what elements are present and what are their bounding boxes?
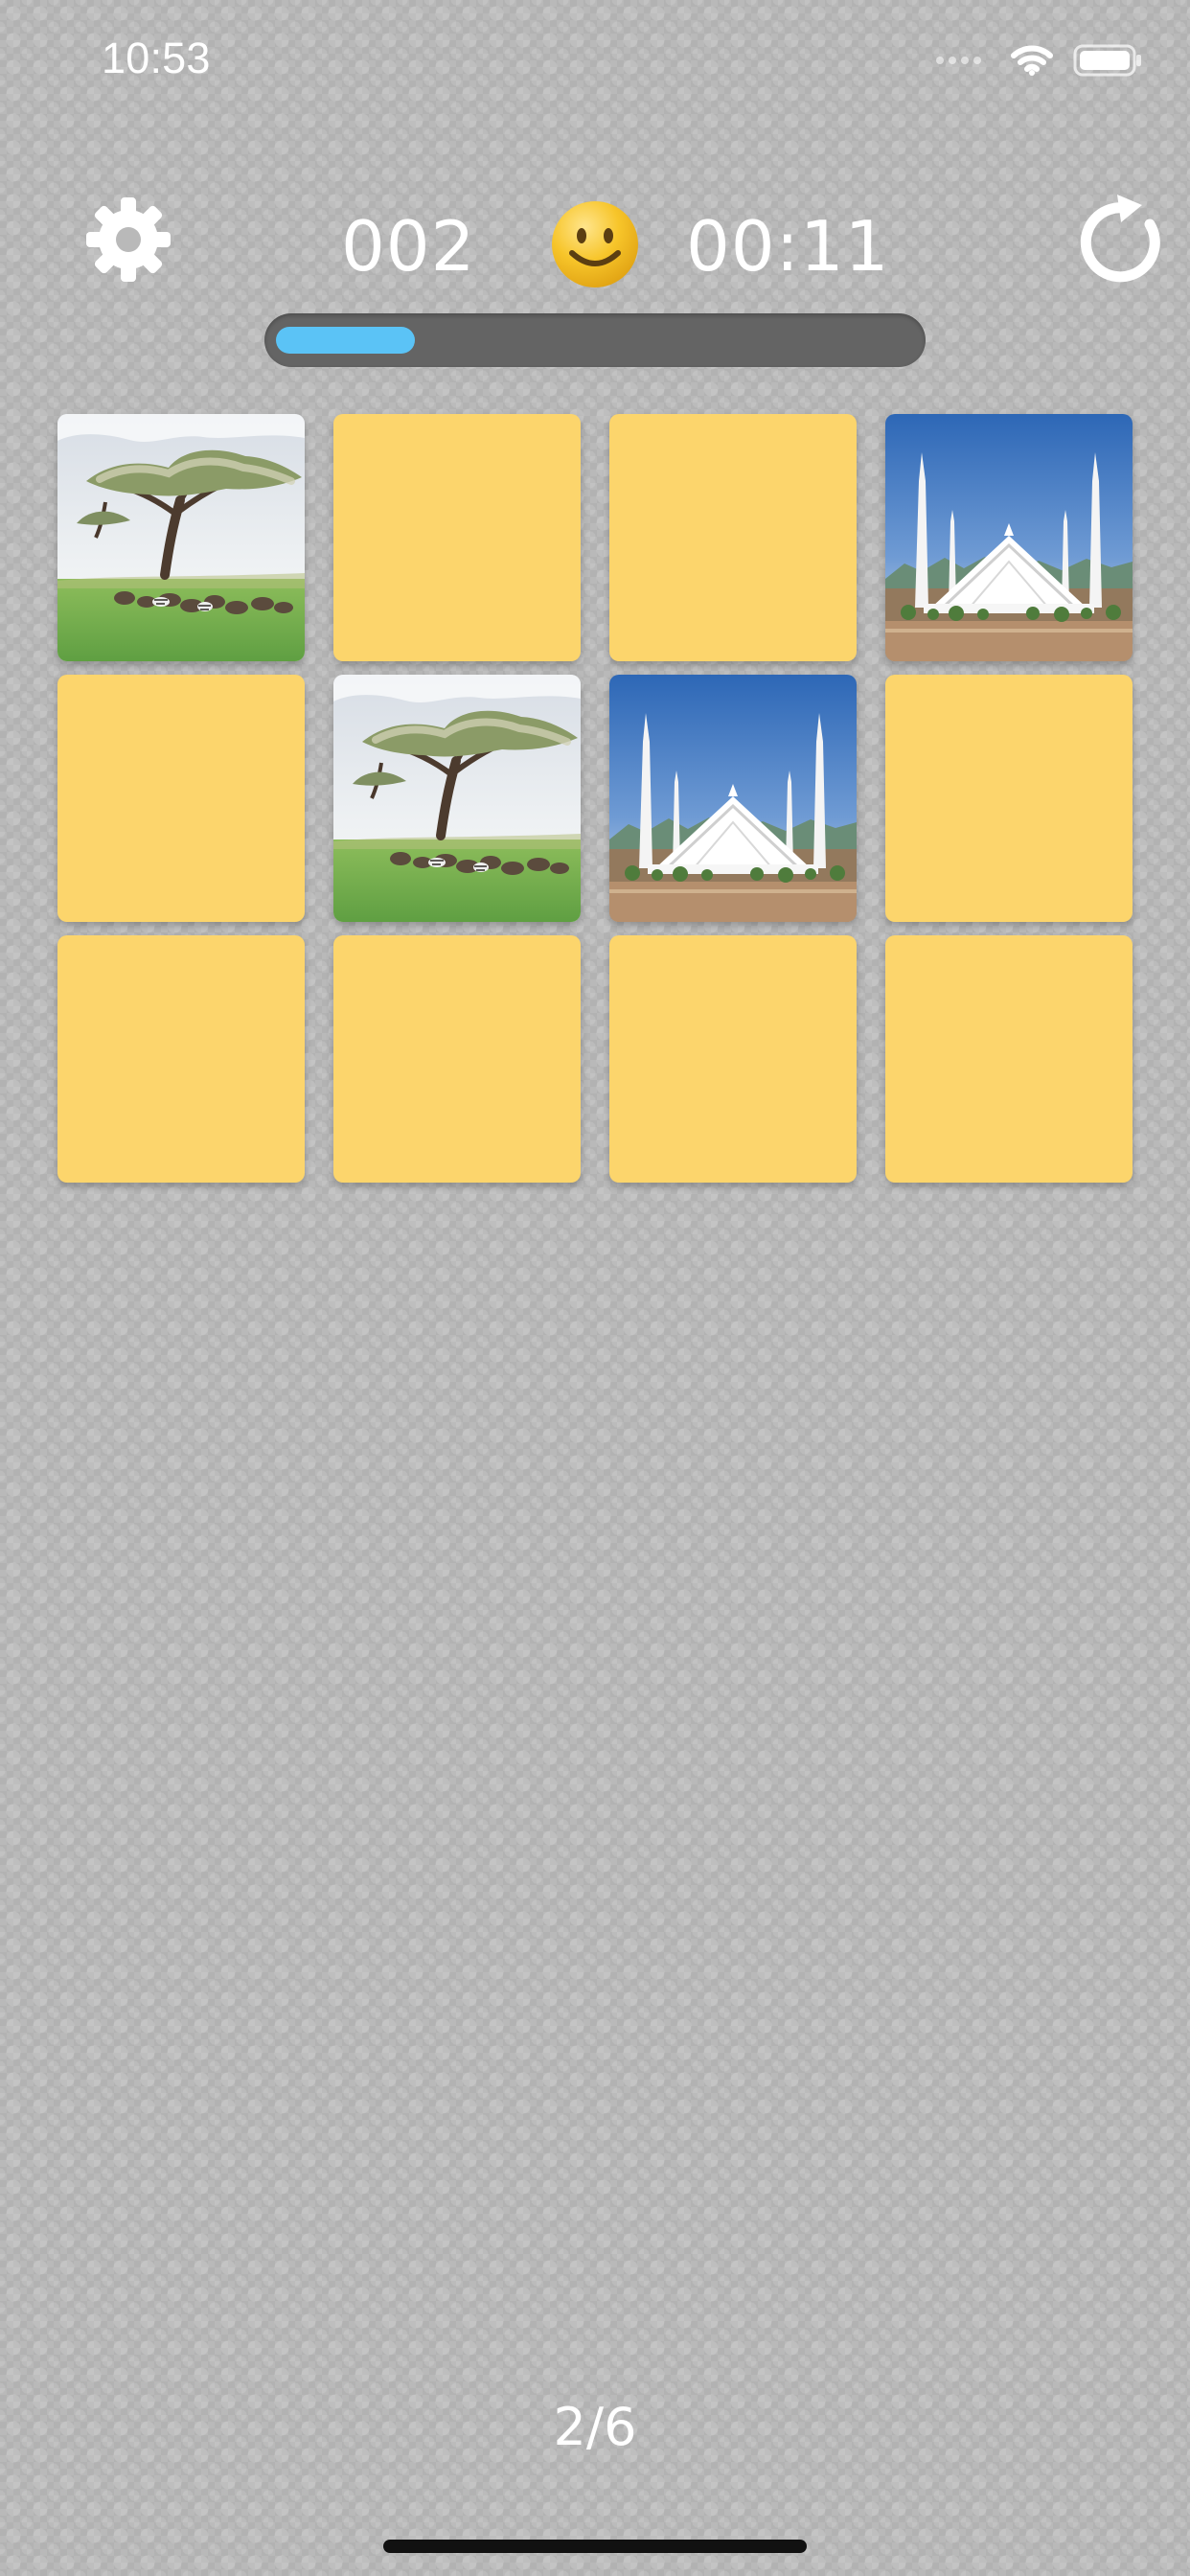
revealed-card[interactable] (333, 675, 581, 922)
card-grid (57, 414, 1133, 1183)
hidden-card[interactable] (609, 414, 857, 661)
home-indicator (383, 2540, 807, 2553)
revealed-card[interactable] (609, 675, 857, 922)
status-bar: 10:53 (0, 0, 1190, 126)
hidden-card[interactable] (609, 935, 857, 1183)
hidden-card[interactable] (57, 935, 305, 1183)
revealed-card[interactable] (885, 414, 1133, 661)
revealed-card[interactable] (57, 414, 305, 661)
gear-icon (86, 197, 171, 282)
status-time: 10:53 (102, 34, 211, 82)
status-face (550, 199, 640, 289)
hidden-card[interactable] (57, 675, 305, 922)
white-mosque-image (885, 414, 1133, 661)
hidden-card[interactable] (885, 935, 1133, 1183)
hidden-card[interactable] (333, 935, 581, 1183)
timer: 00:11 (686, 206, 890, 287)
level-progress-bar (264, 313, 926, 367)
restart-button[interactable] (1071, 192, 1163, 289)
game-header: 002 00:11 (0, 182, 1190, 316)
hidden-card[interactable] (333, 414, 581, 661)
acacia-savanna-image (57, 414, 305, 661)
white-mosque-image (609, 675, 857, 922)
moves-counter: 002 (341, 206, 476, 287)
restart-icon (1080, 195, 1160, 283)
page-indicator: 2/6 (553, 2397, 637, 2457)
cellular-signal-icon (936, 57, 981, 64)
status-icons (936, 43, 1144, 78)
level-progress-fill (276, 327, 415, 354)
wifi-icon (1011, 45, 1053, 76)
settings-button[interactable] (82, 194, 174, 286)
acacia-savanna-image (333, 675, 581, 922)
smiley-icon (552, 201, 638, 288)
hidden-card[interactable] (885, 675, 1133, 922)
battery-icon (1073, 44, 1141, 77)
